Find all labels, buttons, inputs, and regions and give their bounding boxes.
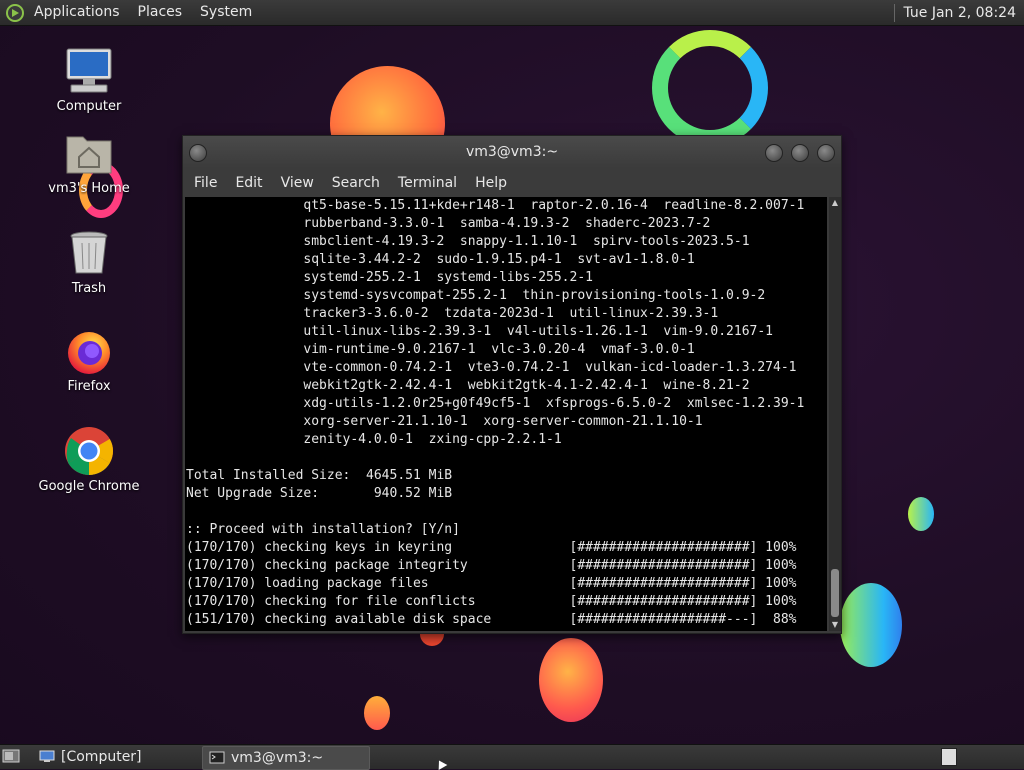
wallpaper-shape bbox=[364, 696, 390, 730]
workspace-switcher[interactable] bbox=[941, 748, 957, 766]
menu-terminal[interactable]: Terminal bbox=[389, 175, 466, 191]
scroll-up-arrow-icon[interactable]: ▲ bbox=[829, 197, 841, 209]
desktop-icon-label: Trash bbox=[71, 281, 107, 296]
taskbar-item-terminal[interactable]: vm3@vm3:~ bbox=[202, 746, 370, 770]
taskbar-item-label: [Computer] bbox=[61, 749, 142, 765]
desktop-icon-label: Google Chrome bbox=[38, 479, 140, 494]
show-desktop-icon[interactable] bbox=[2, 748, 20, 764]
wallpaper-ring bbox=[652, 30, 768, 146]
wallpaper-shape bbox=[539, 638, 603, 722]
clock[interactable]: Tue Jan 2, 08:24 bbox=[903, 5, 1024, 21]
home-folder-icon bbox=[63, 127, 115, 179]
terminal-window[interactable]: vm3@vm3:~ File Edit View Search Terminal… bbox=[182, 135, 842, 634]
desktop-icon-firefox[interactable]: Firefox bbox=[34, 325, 144, 394]
desktop-icon-label: Firefox bbox=[67, 379, 111, 394]
firefox-icon bbox=[63, 325, 115, 377]
terminal-scrollbar[interactable]: ▲ ▼ bbox=[829, 197, 841, 631]
wallpaper-shape bbox=[908, 497, 934, 531]
desktop-icon-computer[interactable]: Computer bbox=[34, 45, 144, 114]
bottom-panel: [Computer] vm3@vm3:~ bbox=[0, 744, 1024, 770]
taskbar-item-label: vm3@vm3:~ bbox=[231, 750, 324, 766]
window-title: vm3@vm3:~ bbox=[465, 144, 559, 160]
taskbar-item-computer[interactable]: [Computer] bbox=[33, 746, 221, 768]
minimize-button[interactable] bbox=[765, 144, 783, 162]
menu-file[interactable]: File bbox=[185, 175, 226, 191]
scrollbar-thumb[interactable] bbox=[831, 569, 839, 617]
top-panel: Applications Places System Tue Jan 2, 08… bbox=[0, 0, 1024, 26]
places-menu[interactable]: Places bbox=[129, 0, 192, 25]
computer-icon bbox=[63, 45, 115, 97]
menu-edit[interactable]: Edit bbox=[226, 175, 271, 191]
window-menu-button[interactable] bbox=[189, 144, 207, 162]
desktop-icon-trash[interactable]: Trash bbox=[34, 227, 144, 296]
mate-logo-icon[interactable] bbox=[5, 3, 25, 23]
window-titlebar[interactable]: vm3@vm3:~ bbox=[183, 136, 841, 168]
menu-help[interactable]: Help bbox=[466, 175, 516, 191]
desktop-icon-label: vm3's Home bbox=[48, 181, 130, 196]
menu-search[interactable]: Search bbox=[323, 175, 389, 191]
menu-view[interactable]: View bbox=[272, 175, 323, 191]
desktop-icon-home[interactable]: vm3's Home bbox=[34, 127, 144, 196]
scroll-down-arrow-icon[interactable]: ▼ bbox=[829, 619, 841, 631]
computer-icon bbox=[39, 750, 55, 762]
terminal-icon bbox=[209, 751, 225, 764]
system-menu[interactable]: System bbox=[191, 0, 261, 25]
close-button[interactable] bbox=[817, 144, 835, 162]
desktop-icon-chrome[interactable]: Google Chrome bbox=[34, 425, 144, 494]
panel-separator bbox=[894, 3, 896, 22]
maximize-button[interactable] bbox=[791, 144, 809, 162]
trash-icon bbox=[63, 227, 115, 279]
terminal-output[interactable]: qt5-base-5.15.11+kde+r148-1 raptor-2.0.1… bbox=[185, 197, 827, 631]
desktop-icon-label: Computer bbox=[56, 99, 122, 114]
applications-menu[interactable]: Applications bbox=[25, 0, 129, 25]
chrome-icon bbox=[63, 425, 115, 477]
wallpaper-shape bbox=[840, 583, 902, 667]
terminal-text: qt5-base-5.15.11+kde+r148-1 raptor-2.0.1… bbox=[186, 198, 805, 627]
terminal-menubar: File Edit View Search Terminal Help bbox=[183, 168, 841, 197]
